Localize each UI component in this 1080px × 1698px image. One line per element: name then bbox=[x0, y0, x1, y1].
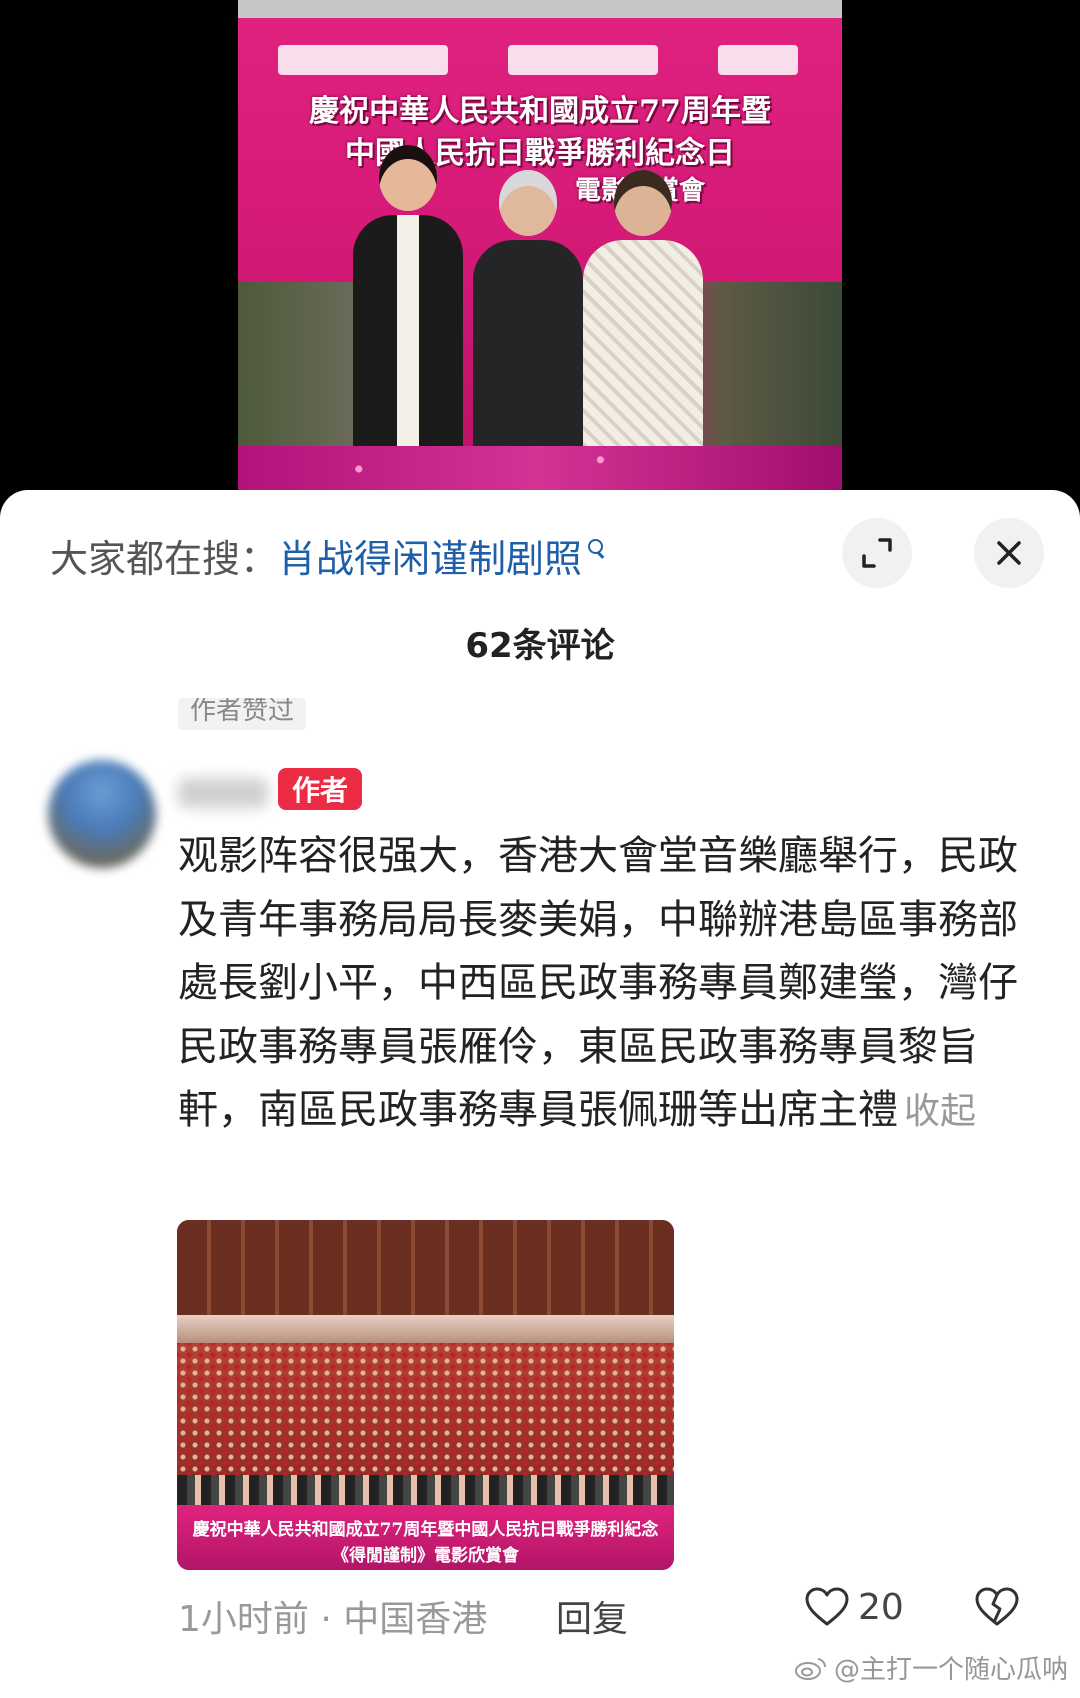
weibo-icon bbox=[794, 1657, 826, 1680]
image-front-row bbox=[177, 1475, 674, 1505]
post-photo[interactable]: 慶祝中華人民共和國成立77周年暨 中國人民抗日戰爭勝利紀念日 電影欣賞會 bbox=[238, 0, 842, 492]
photo-ceiling bbox=[238, 0, 842, 18]
comment-time-location: 1小时前 · 中国香港 bbox=[178, 1599, 488, 1640]
search-icon bbox=[586, 537, 606, 561]
trending-search[interactable]: 大家都在搜： 肖战得闲谨制剧照 bbox=[50, 528, 606, 583]
watermark-text: @主打一个随心瓜呐 bbox=[833, 1655, 1068, 1685]
like-button[interactable]: 20 bbox=[804, 1586, 904, 1628]
trending-search-prefix: 大家都在搜： bbox=[50, 537, 279, 581]
comments-sheet: 大家都在搜： 肖战得闲谨制剧照 62条评论 作者赞过 作者 观影阵容很强大，香港… bbox=[0, 490, 1080, 1698]
photo-banner-line-1: 慶祝中華人民共和國成立77周年暨 bbox=[309, 94, 771, 129]
expand-button[interactable] bbox=[842, 518, 912, 588]
sponsor-logo bbox=[508, 45, 658, 75]
image-banner-line-2: 《得閒謹制》電影欣賞會 bbox=[332, 1546, 519, 1566]
image-balcony bbox=[177, 1315, 674, 1343]
dislike-button[interactable] bbox=[974, 1586, 1020, 1632]
close-button[interactable] bbox=[974, 518, 1044, 588]
sponsor-logo bbox=[718, 45, 798, 75]
watermark: @主打一个随心瓜呐 bbox=[794, 1649, 1068, 1686]
comment-body: 观影阵容很强大，香港大會堂音樂廳舉行，民政及青年事務局局長麥美娟，中聯辦港島區事… bbox=[178, 825, 1030, 1144]
reply-button[interactable]: 回复 bbox=[556, 1590, 628, 1642]
comment-image[interactable]: 慶祝中華人民共和國成立77周年暨中國人民抗日戰爭勝利紀念 《得閒謹制》電影欣賞會 bbox=[177, 1220, 674, 1570]
comment-text: 观影阵容很强大，香港大會堂音樂廳舉行，民政及青年事務局局長麥美娟，中聯辦港島區事… bbox=[178, 833, 1018, 1133]
comments-count-title: 62条评论 bbox=[465, 626, 615, 666]
username-blurred[interactable] bbox=[178, 778, 268, 808]
like-count: 20 bbox=[858, 1586, 904, 1628]
avatar[interactable] bbox=[48, 760, 156, 868]
photo-banner-line-2: 中國人民抗日戰爭勝利紀念日 bbox=[345, 136, 735, 171]
author-liked-tag: 作者赞过 bbox=[178, 698, 307, 730]
close-icon bbox=[997, 541, 1021, 565]
author-badge: 作者 bbox=[278, 768, 362, 810]
photo-sponsor-logos bbox=[278, 40, 798, 80]
heart-icon bbox=[805, 1587, 849, 1626]
poster-bottom bbox=[238, 446, 842, 492]
image-banner-line-1: 慶祝中華人民共和國成立77周年暨中國人民抗日戰爭勝利紀念 bbox=[192, 1520, 659, 1540]
image-banner: 慶祝中華人民共和國成立77周年暨中國人民抗日戰爭勝利紀念 《得閒謹制》電影欣賞會 bbox=[177, 1505, 674, 1570]
sponsor-logo bbox=[278, 45, 448, 75]
trending-search-term[interactable]: 肖战得闲谨制剧照 bbox=[278, 528, 582, 583]
collapse-link[interactable]: 收起 bbox=[904, 1091, 976, 1132]
broken-heart-icon bbox=[975, 1587, 1019, 1626]
expand-icon bbox=[862, 538, 892, 568]
post-photo-area: 慶祝中華人民共和國成立77周年暨 中國人民抗日戰爭勝利紀念日 電影欣賞會 bbox=[0, 0, 1080, 500]
